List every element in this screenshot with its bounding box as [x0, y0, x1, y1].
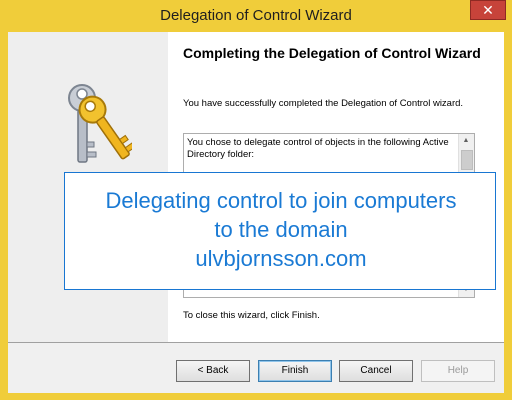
keys-icon [68, 84, 132, 163]
caption-overlay: Delegating control to join computers to … [64, 172, 496, 290]
caption-line-1: Delegating control to join computers [105, 188, 457, 213]
close-hint: To close this wizard, click Finish. [183, 310, 320, 321]
window-title: Delegation of Control Wizard [160, 7, 352, 24]
scroll-thumb[interactable] [461, 150, 473, 170]
title-bar[interactable]: Delegation of Control Wizard ✕ [0, 0, 512, 32]
caption-line-3: ulvbjornsson.com [195, 246, 367, 271]
close-button[interactable]: ✕ [470, 0, 506, 20]
back-button[interactable]: < Back [176, 360, 250, 382]
caption-line-2: to the domain [214, 217, 348, 242]
success-message: You have successfully completed the Dele… [183, 98, 464, 109]
divider [8, 342, 504, 343]
help-button[interactable]: Help [421, 360, 495, 382]
wizard-window: Delegation of Control Wizard ✕ Completin… [0, 0, 512, 400]
cancel-button[interactable]: Cancel [339, 360, 413, 382]
finish-button[interactable]: Finish [258, 360, 332, 382]
page-title: Completing the Delegation of Control Wiz… [183, 45, 481, 61]
summary-text: You chose to delegate control of objects… [187, 137, 449, 160]
caption-text: Delegating control to join computers to … [65, 186, 497, 273]
chevron-up-icon[interactable]: ▲ [459, 134, 473, 148]
